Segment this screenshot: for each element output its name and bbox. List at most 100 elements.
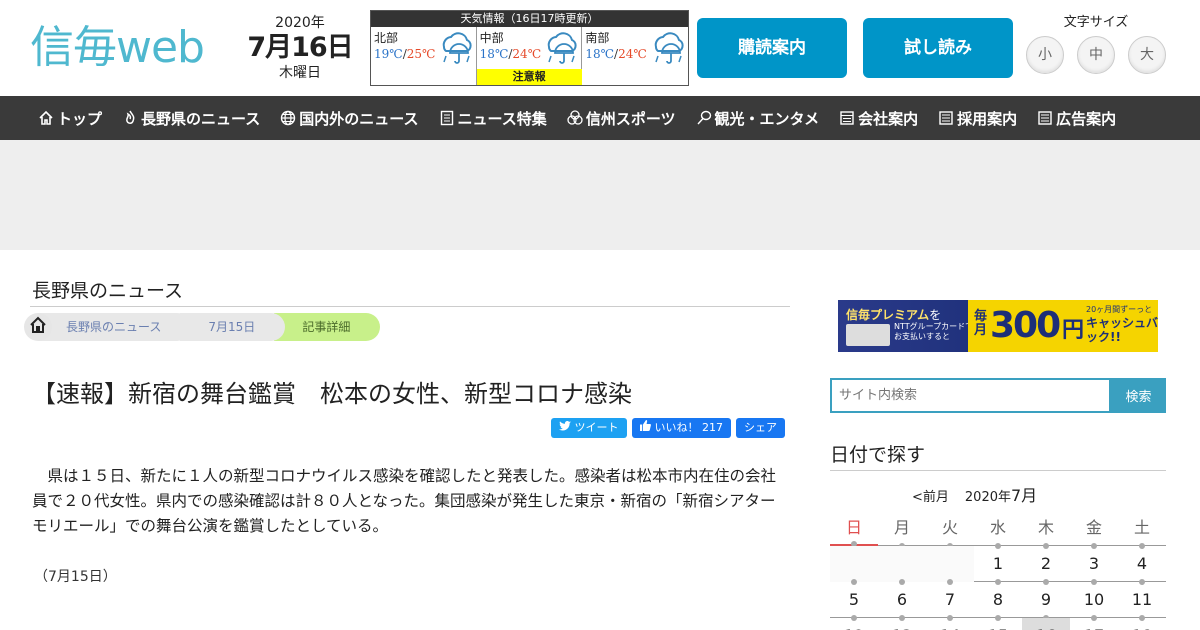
article-date: （7月15日） [34,569,117,585]
nav-item-label: 会社案内 [858,109,919,128]
article-body: 県は１５日、新たに１人の新型コロナウイルス感染を確認したと発表した。感染者は松本… [32,464,784,539]
calendar-day[interactable]: 18 [1118,618,1166,630]
calendar-day[interactable]: 6 [878,582,926,621]
credit-card-icon [846,324,890,346]
nav-item-advertising[interactable]: 広告案内 [1037,108,1116,129]
weather-alert-badge[interactable]: 注意報 [476,69,582,85]
weather-region-north[interactable]: 北部 19℃/25℃ [371,27,477,85]
nav-item-recruit[interactable]: 採用案内 [938,108,1017,129]
premium-cashback: キャッシュバック!! [1086,316,1158,344]
nav-item-nagano-news[interactable]: 長野県のニュース [122,108,260,129]
calendar-day-number: 5 [848,590,860,609]
calendar-day[interactable]: 7 [926,582,974,621]
site-search: 検索 [830,378,1166,413]
font-size-large-button[interactable]: 大 [1128,36,1166,74]
subscribe-button[interactable]: 購読案内 [697,18,847,78]
site-logo[interactable]: 信毎 web [30,14,205,70]
calendar-empty-cell [878,546,926,585]
nav-item-features[interactable]: ニュース特集 [439,108,547,129]
breadcrumb: 長野県のニュース 7月15日 記事詳細 [24,313,381,341]
calendar-day-number: 9 [1040,590,1052,609]
weather-region-name: 北部 [374,31,399,45]
calendar-day[interactable]: 16 [1022,618,1070,630]
calendar-day-number: 12 [844,626,864,630]
calendar-weekday: 土 [1118,510,1166,549]
nav-item-world-news[interactable]: 国内外のニュース [280,108,419,129]
calendar-week-row: 5 6 7 8 9 10 11 [830,582,1166,621]
nav-item-label: 信州スポーツ [585,109,676,128]
calendar-grid: 日 月 火 水 木 金 土 12345678910111213141516171… [830,510,1166,630]
rain-umbrella-icon [541,29,579,67]
list-icon [1037,110,1053,126]
globe-icon [280,110,296,126]
calendar-day[interactable]: 17 [1070,618,1118,630]
facebook-like-button[interactable]: いいね！ 217 [631,418,731,438]
nav-item-top[interactable]: トップ [38,108,102,129]
tweet-button[interactable]: ツイート [550,418,627,438]
trial-read-button[interactable]: 試し読み [863,18,1013,78]
rain-umbrella-icon [436,29,474,67]
temp-low: 18℃ [479,47,509,61]
weather-region-central[interactable]: 中部 18℃/24℃ 注意報 [476,27,583,85]
weather-temps: 19℃/25℃ [374,47,436,61]
premium-card-text: NTTグループカードで お支払いすると [894,322,974,341]
site-search-input[interactable] [830,378,1111,413]
nav-item-label: 長野県のニュース [141,109,261,128]
thumbs-up-icon [639,418,651,438]
calendar-current-month: 2020年7月 [965,482,1037,506]
temp-high: 24℃ [512,47,542,61]
calendar-day[interactable]: 14 [926,618,974,630]
breadcrumb-home[interactable] [24,313,52,341]
calendar-day[interactable]: 10 [1070,582,1118,621]
weather-region-name: 中部 [479,31,504,45]
balloon-icon [696,110,712,126]
calendar-day[interactable]: 9 [1022,582,1070,621]
calendar-day-number: 8 [992,590,1004,609]
font-size-small-button[interactable]: 小 [1026,36,1064,74]
breadcrumb-item-date[interactable]: 7月15日 [177,313,286,341]
calendar-day[interactable]: 8 [974,582,1022,621]
weather-temps: 18℃/24℃ [479,47,542,61]
nav-item-label: 広告案内 [1056,109,1117,128]
nav-item-entertainment[interactable]: 観光・エンタメ [696,108,819,129]
flame-icon [122,110,138,126]
weather-widget[interactable]: 天気情報（16日17時更新） 北部 19℃/25℃ 中部 18℃/24℃ 注意報… [370,10,689,86]
weather-region-south[interactable]: 南部 18℃/24℃ [582,27,688,85]
nav-item-company[interactable]: 会社案内 [839,108,918,129]
calendar-day-number: 11 [1131,590,1153,609]
section-divider [30,306,790,307]
search-button[interactable]: 検索 [1111,378,1166,413]
weather-temps: 18℃/24℃ [585,47,647,61]
font-size-medium-button[interactable]: 中 [1077,36,1115,74]
calendar-prev-month-link[interactable]: <前月 [912,486,949,505]
facebook-share-button[interactable]: シェア [736,418,785,438]
calendar-day[interactable]: 12 [830,618,878,630]
calendar-empty-cell [830,546,878,585]
rain-umbrella-icon [648,29,686,67]
calendar-day-number: 1 [992,554,1004,573]
calendar-day-number: 15 [988,626,1008,630]
document-icon [439,110,455,126]
calendar-day[interactable]: 4 [1118,546,1166,585]
breadcrumb-item-category[interactable]: 長野県のニュース [38,313,192,341]
calendar-day[interactable]: 11 [1118,582,1166,621]
premium-cashback-banner[interactable]: 信毎プレミアムを NTTグループカードで お支払いすると 毎月 300 円 20… [838,300,1158,352]
premium-every-month: 毎月 [974,309,988,338]
calendar-day[interactable]: 1 [974,546,1022,585]
calendar-day[interactable]: 2 [1022,546,1070,585]
calendar-day[interactable]: 15 [974,618,1022,630]
calendar-day[interactable]: 13 [878,618,926,630]
calendar-week-row: 12 13 14 15 16 17 18 [830,618,1166,630]
global-nav: トップ 長野県のニュース 国内外のニュース ニュース特集 信州スポーツ 観光・エ… [0,96,1200,140]
social-buttons: ツイート いいね！ 217 シェア [546,418,785,438]
calendar-weekday: 木 [1022,510,1070,549]
calendar-day[interactable]: 3 [1070,546,1118,585]
calendar-day-number: 3 [1088,554,1100,573]
calendar-weekday: 月 [878,510,926,549]
nav-item-sports[interactable]: 信州スポーツ [567,108,676,129]
calendar-day[interactable]: 5 [830,582,878,621]
temp-high: 24℃ [618,47,647,61]
calendar-nav: <前月 2020年7月 [912,482,1037,506]
calendar-month: 7月 [1011,486,1038,505]
calendar-day-number: 14 [940,626,960,630]
